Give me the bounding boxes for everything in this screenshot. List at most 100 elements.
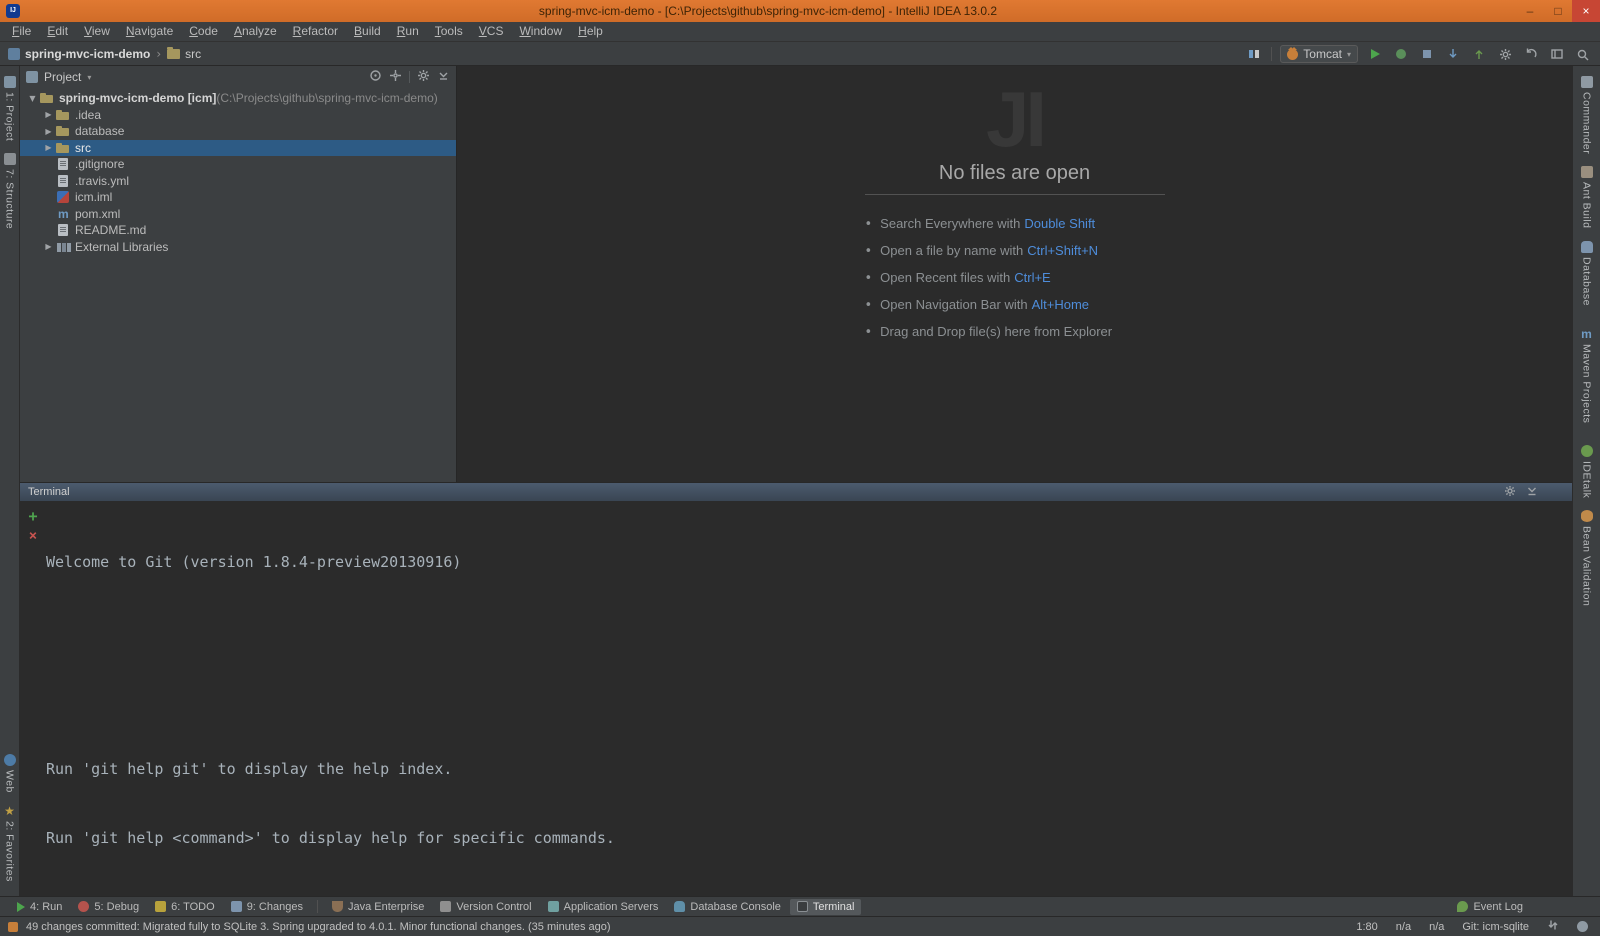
toolwindow-button-project[interactable]: 1: Project [4,70,16,147]
tree-item-root[interactable]: spring-mvc-icm-demo [icm] (C:\Projects\g… [20,90,456,107]
bottom-tool-stripe: 4: Run 5: Debug 6: TODO 9: Changes Java … [0,896,1600,916]
collapse-arrow-icon[interactable] [42,143,55,152]
toolwindow-button-bean-validation[interactable]: Bean Validation [1581,504,1593,612]
event-log-icon [1457,901,1468,912]
toolwindow-button-ant-build[interactable]: Ant Build [1581,160,1593,235]
line-endings-icon[interactable] [1547,919,1559,934]
event-log-button[interactable]: Event Log [1450,899,1530,915]
tree-item-idea[interactable]: .idea [20,107,456,124]
menu-item-refactor[interactable]: Refactor [285,22,346,41]
bean-validation-icon [1581,510,1593,522]
locate-icon[interactable] [389,69,402,85]
close-session-icon[interactable]: × [29,529,37,544]
search-everywhere-icon[interactable] [1574,46,1592,64]
back-arrow-icon[interactable] [1522,45,1540,63]
settings-gear-icon[interactable] [1504,485,1516,500]
make-project-button[interactable] [1418,45,1436,63]
toolwindow-button-web[interactable]: Web [4,748,16,799]
collapse-arrow-icon[interactable] [42,127,55,136]
debug-toolwindow-icon [78,901,89,912]
folder-icon [55,107,71,123]
breadcrumb-project[interactable]: spring-mvc-icm-demo [8,47,150,61]
expand-arrow-icon[interactable] [26,94,39,103]
toolwindow-button-maven-projects[interactable]: m Maven Projects [1581,322,1593,429]
project-panel-title[interactable]: Project [44,70,81,84]
menu-item-code[interactable]: Code [181,22,226,41]
tree-item-src[interactable]: src [20,140,456,157]
java-enterprise-icon [332,901,343,912]
vcs-update-button[interactable] [1444,45,1462,63]
toolwindow-button-changes[interactable]: 9: Changes [224,899,310,915]
terminal-toolbar: + × [20,501,46,896]
line-separator-widget[interactable]: n/a [1429,921,1444,933]
tree-item-pom-xml[interactable]: pom.xml [20,206,456,223]
toolwindow-button-database-console[interactable]: Database Console [667,899,788,915]
hide-panel-icon[interactable] [437,69,450,85]
terminal-output[interactable]: Welcome to Git (version 1.8.4-preview201… [46,501,1572,896]
close-button[interactable]: × [1572,0,1600,22]
toolwindow-button-commander[interactable]: Commander [1581,70,1593,160]
toolwindow-button-todo[interactable]: 6: TODO [148,899,222,915]
toolbar-divider [1271,47,1272,61]
run-toolwindow-icon [17,902,25,912]
restore-layout-icon[interactable] [1548,45,1566,63]
menu-item-help[interactable]: Help [570,22,611,41]
chevron-down-icon[interactable]: ▾ [87,73,91,82]
encoding-widget[interactable]: n/a [1396,921,1411,933]
menu-item-analyze[interactable]: Analyze [226,22,285,41]
menu-item-view[interactable]: View [76,22,118,41]
hector-inspection-icon[interactable] [1577,921,1588,932]
tree-item-gitignore[interactable]: .gitignore [20,156,456,173]
run-config-selector[interactable]: Tomcat ▾ [1280,45,1358,63]
tree-item-external-libraries[interactable]: External Libraries [20,239,456,256]
tree-item-icm-iml[interactable]: icm.iml [20,189,456,206]
minimize-button[interactable]: – [1516,0,1544,22]
toolwindow-button-java-enterprise[interactable]: Java Enterprise [325,899,431,915]
run-button[interactable] [1366,45,1384,63]
collapse-arrow-icon[interactable] [42,242,55,251]
menu-item-vcs[interactable]: VCS [471,22,512,41]
terminal-toolwindow: Terminal + × [20,482,1572,896]
settings-gear-icon[interactable] [1496,45,1514,63]
menu-item-file[interactable]: File [4,22,39,41]
settings-gear-icon[interactable] [417,69,430,85]
changes-columns-icon[interactable] [1245,45,1263,63]
maximize-button[interactable]: □ [1544,0,1572,22]
menu-item-window[interactable]: Window [511,22,570,41]
terminal-icon [797,901,808,912]
status-message[interactable]: 49 changes committed: Migrated fully to … [26,921,611,933]
breadcrumb-src[interactable]: src [167,47,201,61]
git-branch-widget[interactable]: Git: icm-sqlite [1462,921,1529,933]
hide-panel-icon[interactable] [1526,485,1538,500]
chevron-down-icon: ▾ [1347,50,1351,59]
status-message-icon [8,922,18,932]
toolwindow-button-structure[interactable]: 7: Structure [4,147,16,235]
run-coverage-button[interactable] [1392,45,1410,63]
menu-item-run[interactable]: Run [389,22,427,41]
toolwindow-button-application-servers[interactable]: Application Servers [541,899,666,915]
toolwindow-button-database[interactable]: Database [1581,235,1593,312]
tip-open-file: Open a file by name withCtrl+Shift+N [865,238,1165,265]
menu-item-tools[interactable]: Tools [427,22,471,41]
menu-item-build[interactable]: Build [346,22,389,41]
caret-position-widget[interactable]: 1:80 [1356,921,1377,933]
scroll-from-source-icon[interactable] [369,69,382,85]
collapse-arrow-icon[interactable] [42,110,55,119]
tree-item-travis-yml[interactable]: .travis.yml [20,173,456,190]
left-tool-stripe: 1: Project 7: Structure Web ★ 2: Favorit… [0,66,20,896]
tree-item-readme-md[interactable]: README.md [20,222,456,239]
toolwindow-button-debug[interactable]: 5: Debug [71,899,146,915]
toolwindow-button-favorites[interactable]: ★ 2: Favorites [4,799,16,888]
menu-item-edit[interactable]: Edit [39,22,76,41]
toolwindow-button-terminal[interactable]: Terminal [790,899,862,915]
toolwindow-button-version-control[interactable]: Version Control [433,899,538,915]
vcs-commit-button[interactable] [1470,45,1488,63]
idea-module-file-icon [55,189,71,205]
tree-item-database[interactable]: database [20,123,456,140]
menu-item-navigate[interactable]: Navigate [118,22,181,41]
toolwindow-button-run[interactable]: 4: Run [10,899,69,915]
terminal-header[interactable]: Terminal [20,483,1572,501]
toolwindow-button-idetalk[interactable]: IDEtalk [1581,439,1593,504]
new-session-icon[interactable]: + [28,509,37,524]
tip-drag-drop: Drag and Drop file(s) here from Explorer [865,319,1165,346]
